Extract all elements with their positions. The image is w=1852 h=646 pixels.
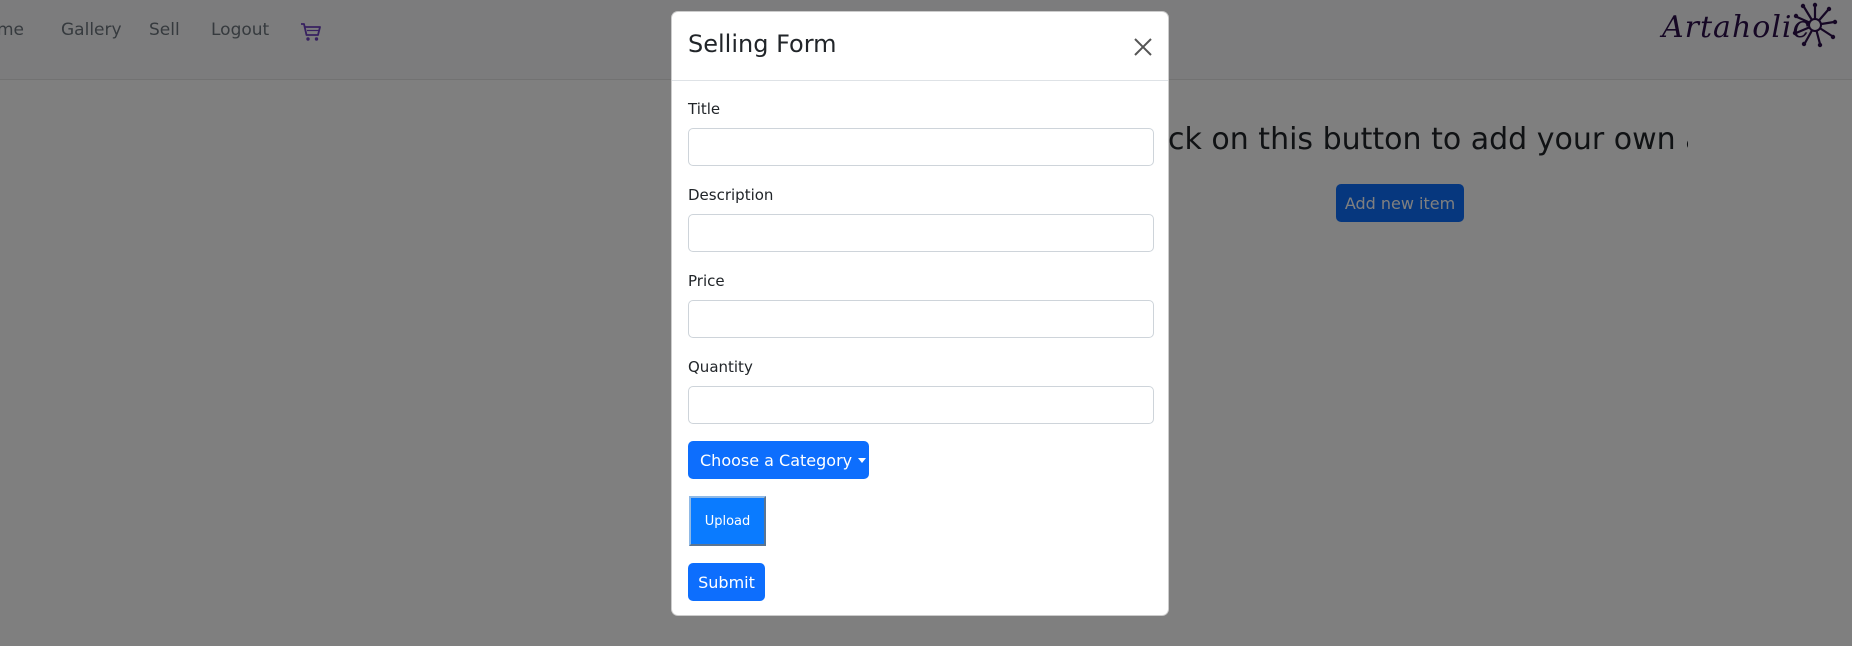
choose-category-dropdown[interactable]: Choose a Category	[688, 441, 869, 479]
quantity-label: Quantity	[688, 358, 753, 376]
quantity-input[interactable]	[688, 386, 1154, 424]
caret-down-icon	[858, 457, 867, 463]
submit-button[interactable]: Submit	[688, 563, 765, 601]
price-input[interactable]	[688, 300, 1154, 338]
description-label: Description	[688, 186, 774, 204]
title-input[interactable]	[688, 128, 1154, 166]
price-label: Price	[688, 272, 725, 290]
close-icon[interactable]	[1131, 35, 1155, 59]
choose-category-label: Choose a Category	[700, 450, 853, 470]
upload-button[interactable]: Upload	[689, 496, 766, 546]
title-label: Title	[688, 100, 721, 118]
description-input[interactable]	[688, 214, 1154, 252]
selling-form-modal: Selling Form Title Description Price Qua…	[671, 11, 1169, 616]
modal-title: Selling Form	[688, 30, 837, 58]
modal-header: Selling Form	[672, 12, 1168, 81]
